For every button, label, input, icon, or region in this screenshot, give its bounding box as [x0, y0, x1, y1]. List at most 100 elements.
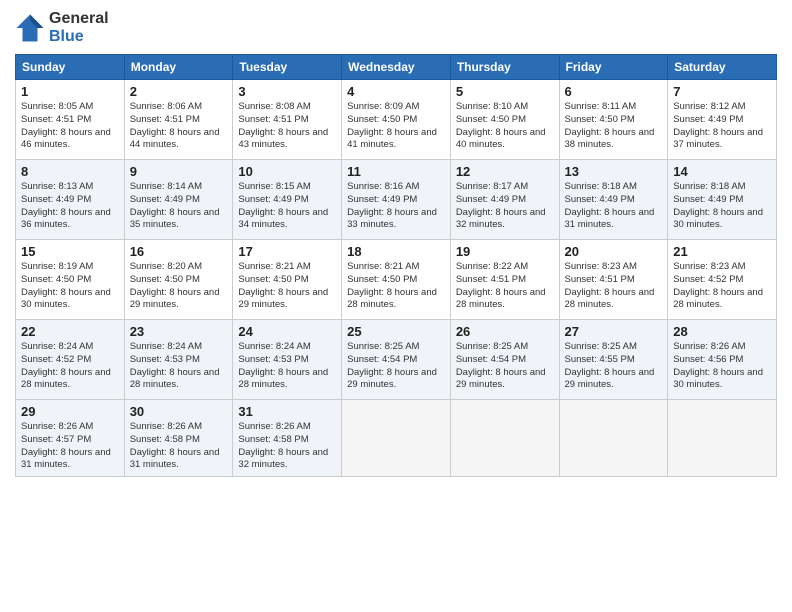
weekday-header-tuesday: Tuesday — [233, 55, 342, 80]
page: General Blue SundayMondayTuesdayWednesda… — [0, 0, 792, 612]
day-info: Sunrise: 8:23 AMSunset: 4:52 PMDaylight:… — [673, 261, 771, 312]
day-info: Sunrise: 8:22 AMSunset: 4:51 PMDaylight:… — [456, 261, 554, 312]
day-info: Sunrise: 8:18 AMSunset: 4:49 PMDaylight:… — [673, 181, 771, 232]
day-info: Sunrise: 8:25 AMSunset: 4:54 PMDaylight:… — [456, 341, 554, 392]
week-row-3: 15Sunrise: 8:19 AMSunset: 4:50 PMDayligh… — [16, 240, 777, 320]
day-info: Sunrise: 8:26 AMSunset: 4:58 PMDaylight:… — [130, 421, 228, 472]
day-info: Sunrise: 8:06 AMSunset: 4:51 PMDaylight:… — [130, 101, 228, 152]
calendar-cell: 23 Sunrise: 8:24 AMSunset: 4:53 PMDayligh… — [124, 320, 233, 400]
calendar-cell: 11 Sunrise: 8:16 AMSunset: 4:49 PMDayligh… — [342, 160, 451, 240]
calendar-cell: 13Sunrise: 8:18 AMSunset: 4:49 PMDayligh… — [559, 160, 668, 240]
day-number: 2 — [130, 84, 228, 99]
day-number: 17 — [238, 244, 336, 259]
calendar-cell: 2 Sunrise: 8:06 AMSunset: 4:51 PMDaylight… — [124, 80, 233, 160]
calendar-cell: 21 Sunrise: 8:23 AMSunset: 4:52 PMDayligh… — [668, 240, 777, 320]
day-number: 18 — [347, 244, 445, 259]
day-number: 14 — [673, 164, 771, 179]
day-number: 21 — [673, 244, 771, 259]
calendar-cell: 26 Sunrise: 8:25 AMSunset: 4:54 PMDayligh… — [450, 320, 559, 400]
calendar-cell: 18 Sunrise: 8:21 AMSunset: 4:50 PMDayligh… — [342, 240, 451, 320]
day-info: Sunrise: 8:21 AMSunset: 4:50 PMDaylight:… — [347, 261, 445, 312]
calendar-cell: 25 Sunrise: 8:25 AMSunset: 4:54 PMDayligh… — [342, 320, 451, 400]
day-number: 12 — [456, 164, 554, 179]
day-info: Sunrise: 8:21 AMSunset: 4:50 PMDaylight:… — [238, 261, 336, 312]
day-number: 19 — [456, 244, 554, 259]
calendar-cell: 15Sunrise: 8:19 AMSunset: 4:50 PMDayligh… — [16, 240, 125, 320]
calendar-cell: 3Sunrise: 8:08 AMSunset: 4:51 PMDaylight… — [233, 80, 342, 160]
day-number: 23 — [130, 324, 228, 339]
day-info: Sunrise: 8:25 AMSunset: 4:54 PMDaylight:… — [347, 341, 445, 392]
day-number: 1 — [21, 84, 119, 99]
weekday-header-friday: Friday — [559, 55, 668, 80]
day-info: Sunrise: 8:23 AMSunset: 4:51 PMDaylight:… — [565, 261, 663, 312]
calendar-cell: 10 Sunrise: 8:15 AMSunset: 4:49 PMDayligh… — [233, 160, 342, 240]
calendar-cell: 5Sunrise: 8:10 AMSunset: 4:50 PMDaylight… — [450, 80, 559, 160]
day-info: Sunrise: 8:24 AMSunset: 4:53 PMDaylight:… — [130, 341, 228, 392]
calendar-cell: 30 Sunrise: 8:26 AMSunset: 4:58 PMDayligh… — [124, 400, 233, 477]
day-number: 22 — [21, 324, 119, 339]
calendar-cell — [559, 400, 668, 477]
day-info: Sunrise: 8:24 AMSunset: 4:52 PMDaylight:… — [21, 341, 119, 392]
day-info: Sunrise: 8:26 AMSunset: 4:58 PMDaylight:… — [238, 421, 336, 472]
day-info: Sunrise: 8:11 AMSunset: 4:50 PMDaylight:… — [565, 101, 663, 152]
day-info: Sunrise: 8:15 AMSunset: 4:49 PMDaylight:… — [238, 181, 336, 232]
day-info: Sunrise: 8:10 AMSunset: 4:50 PMDaylight:… — [456, 101, 554, 152]
day-info: Sunrise: 8:13 AMSunset: 4:49 PMDaylight:… — [21, 181, 119, 232]
calendar-cell: 31 Sunrise: 8:26 AMSunset: 4:58 PMDayligh… — [233, 400, 342, 477]
day-number: 20 — [565, 244, 663, 259]
day-number: 30 — [130, 404, 228, 419]
weekday-header-saturday: Saturday — [668, 55, 777, 80]
week-row-4: 22 Sunrise: 8:24 AMSunset: 4:52 PMDayligh… — [16, 320, 777, 400]
calendar-cell: 16 Sunrise: 8:20 AMSunset: 4:50 PMDayligh… — [124, 240, 233, 320]
day-number: 11 — [347, 164, 445, 179]
weekday-header-wednesday: Wednesday — [342, 55, 451, 80]
calendar-cell: 8Sunrise: 8:13 AMSunset: 4:49 PMDaylight… — [16, 160, 125, 240]
logo-icon — [15, 13, 45, 43]
calendar-cell: 20 Sunrise: 8:23 AMSunset: 4:51 PMDayligh… — [559, 240, 668, 320]
weekday-header-monday: Monday — [124, 55, 233, 80]
day-info: Sunrise: 8:26 AMSunset: 4:56 PMDaylight:… — [673, 341, 771, 392]
day-info: Sunrise: 8:26 AMSunset: 4:57 PMDaylight:… — [21, 421, 119, 472]
calendar-cell: 17 Sunrise: 8:21 AMSunset: 4:50 PMDayligh… — [233, 240, 342, 320]
calendar-cell: 24 Sunrise: 8:24 AMSunset: 4:53 PMDayligh… — [233, 320, 342, 400]
header: General Blue — [15, 10, 777, 46]
day-number: 27 — [565, 324, 663, 339]
calendar-cell: 27Sunrise: 8:25 AMSunset: 4:55 PMDayligh… — [559, 320, 668, 400]
day-number: 9 — [130, 164, 228, 179]
day-info: Sunrise: 8:14 AMSunset: 4:49 PMDaylight:… — [130, 181, 228, 232]
logo: General Blue — [15, 10, 109, 46]
day-info: Sunrise: 8:24 AMSunset: 4:53 PMDaylight:… — [238, 341, 336, 392]
calendar-cell: 9 Sunrise: 8:14 AMSunset: 4:49 PMDaylight… — [124, 160, 233, 240]
calendar-cell: 19 Sunrise: 8:22 AMSunset: 4:51 PMDayligh… — [450, 240, 559, 320]
day-info: Sunrise: 8:16 AMSunset: 4:49 PMDaylight:… — [347, 181, 445, 232]
week-row-5: 29Sunrise: 8:26 AMSunset: 4:57 PMDayligh… — [16, 400, 777, 477]
day-number: 6 — [565, 84, 663, 99]
day-number: 26 — [456, 324, 554, 339]
day-info: Sunrise: 8:18 AMSunset: 4:49 PMDaylight:… — [565, 181, 663, 232]
day-info: Sunrise: 8:20 AMSunset: 4:50 PMDaylight:… — [130, 261, 228, 312]
day-number: 4 — [347, 84, 445, 99]
day-number: 16 — [130, 244, 228, 259]
weekday-header-sunday: Sunday — [16, 55, 125, 80]
day-number: 28 — [673, 324, 771, 339]
calendar-cell: 22 Sunrise: 8:24 AMSunset: 4:52 PMDayligh… — [16, 320, 125, 400]
calendar-cell — [342, 400, 451, 477]
day-number: 31 — [238, 404, 336, 419]
logo-text: General Blue — [49, 10, 109, 46]
calendar-cell: 1 Sunrise: 8:05 AMSunset: 4:51 PMDaylight… — [16, 80, 125, 160]
day-number: 24 — [238, 324, 336, 339]
day-info: Sunrise: 8:05 AMSunset: 4:51 PMDaylight:… — [21, 101, 119, 152]
calendar-cell: 7Sunrise: 8:12 AMSunset: 4:49 PMDaylight… — [668, 80, 777, 160]
calendar-cell: 29Sunrise: 8:26 AMSunset: 4:57 PMDayligh… — [16, 400, 125, 477]
day-number: 10 — [238, 164, 336, 179]
calendar-cell — [450, 400, 559, 477]
week-row-1: 1 Sunrise: 8:05 AMSunset: 4:51 PMDaylight… — [16, 80, 777, 160]
calendar-cell: 6 Sunrise: 8:11 AMSunset: 4:50 PMDaylight… — [559, 80, 668, 160]
day-info: Sunrise: 8:17 AMSunset: 4:49 PMDaylight:… — [456, 181, 554, 232]
calendar-cell — [668, 400, 777, 477]
day-info: Sunrise: 8:12 AMSunset: 4:49 PMDaylight:… — [673, 101, 771, 152]
day-number: 25 — [347, 324, 445, 339]
week-row-2: 8Sunrise: 8:13 AMSunset: 4:49 PMDaylight… — [16, 160, 777, 240]
day-number: 15 — [21, 244, 119, 259]
calendar-cell: 14 Sunrise: 8:18 AMSunset: 4:49 PMDayligh… — [668, 160, 777, 240]
